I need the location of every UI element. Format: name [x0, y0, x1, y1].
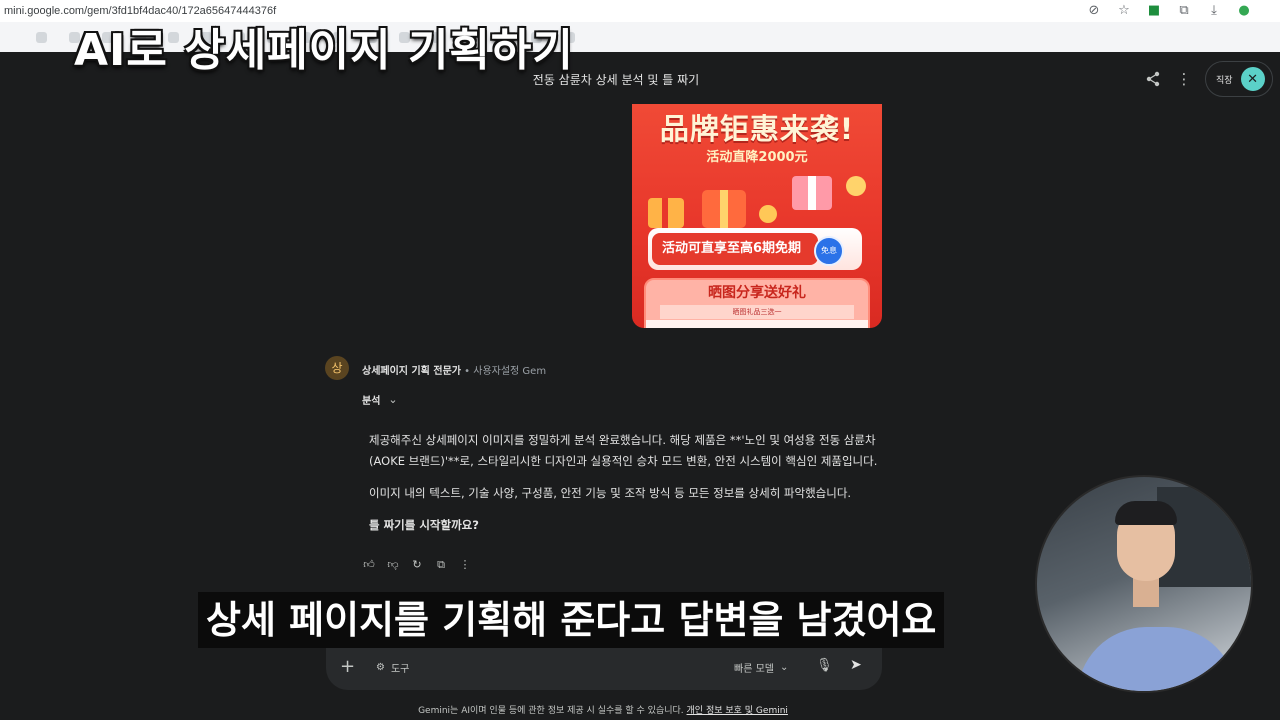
response-paragraph: 제공해주신 상세페이지 이미지를 정밀하게 분석 완료했습니다. 해당 제품은 … — [369, 433, 878, 468]
gem-separator: • — [464, 366, 471, 377]
promo-card-strip: 晒图礼品三选一 — [660, 305, 854, 319]
promo-offer-banner: 活动可直享至高6期免期 免息 — [648, 228, 862, 270]
gem-type: 사용자설정 Gem — [473, 366, 547, 377]
thinking-label: 분석 — [362, 396, 381, 407]
presenter-neck — [1133, 577, 1159, 607]
thumbs-down-icon[interactable]: 👎︎ — [386, 557, 400, 573]
profile-icon[interactable]: ● — [1236, 3, 1252, 19]
account-label: 직장 — [1216, 75, 1233, 86]
presenter-body — [1077, 627, 1237, 691]
video-subtitle: 상세 페이지를 기획해 준다고 답변을 남겼어요 — [198, 592, 945, 648]
tools-label: 도구 — [390, 664, 410, 675]
promo-share-card: 晒图分享送好礼 晒图礼品三选一 — [644, 278, 870, 328]
gem-avatar: 상 — [325, 356, 349, 380]
gem-name: 상세페이지 기획 전문가 — [362, 366, 461, 377]
footer-text: Gemini는 AI이며 인물 등에 관한 정보 제공 시 실수를 할 수 있습… — [418, 706, 684, 716]
gift-boxes-illustration — [648, 176, 866, 228]
promo-offer-text: 活动可直享至高6期免期 — [652, 233, 818, 265]
prompt-input-bar[interactable]: + ⚙ 도구 빠른 모델 ⌄ 🎙︎ ➤ — [326, 646, 882, 690]
thumbs-up-icon[interactable]: 👍︎ — [362, 557, 376, 573]
model-label: 빠른 모델 — [734, 664, 774, 675]
privacy-link[interactable]: 개인 정보 보호 및 Gemini — [687, 706, 788, 716]
thinking-toggle[interactable]: 분석 ⌄ — [362, 392, 398, 407]
response-question: 틀 짜기를 시작할까요? — [369, 518, 479, 532]
promo-headline: 品牌钜惠来袭! — [659, 112, 855, 146]
tools-button[interactable]: ⚙ 도구 — [376, 660, 409, 675]
eye-off-icon[interactable]: ⊘ — [1086, 3, 1102, 19]
webcam-overlay — [1035, 475, 1253, 693]
download-icon[interactable]: ⤓ — [1206, 3, 1222, 19]
presenter-hair — [1115, 501, 1177, 525]
star-icon[interactable]: ☆ — [1116, 3, 1132, 19]
extension-icon[interactable]: ■ — [1146, 3, 1162, 19]
browser-toolbar-icons: ⊘ ☆ ■ ⧉ ⤓ ● — [1086, 3, 1252, 19]
response-actions: 👍︎ 👎︎ ↻ ⧉ ⋮ — [362, 557, 472, 573]
bookmark-item[interactable] — [36, 31, 47, 43]
more-options-icon[interactable]: ⋮ — [1176, 70, 1192, 88]
response-body: 제공해주신 상세페이지 이미지를 정밀하게 분석 완료했습니다. 해당 제품은 … — [369, 430, 889, 547]
microphone-icon[interactable]: 🎙︎ — [816, 658, 833, 673]
uploaded-image[interactable]: 品牌钜惠来袭! 活动直降2000元 活动可直享至高6期免期 免息 晒图分享送好礼… — [632, 104, 882, 328]
puzzle-icon[interactable]: ⧉ — [1176, 3, 1192, 19]
conversation-title: 전동 삼륜차 상세 분석 및 틀 짜기 — [532, 73, 700, 87]
promo-card-body — [646, 320, 868, 328]
promo-subline: 活动直降2000元 — [706, 150, 808, 165]
footer-disclaimer: Gemini는 AI이며 인물 등에 관한 정보 제공 시 실수를 할 수 있습… — [0, 703, 1206, 716]
response-paragraph: 이미지 내의 텍스트, 기술 사양, 구성품, 안전 기능 및 조작 방식 등 … — [369, 486, 852, 500]
more-options-icon[interactable]: ⋮ — [458, 557, 472, 573]
promo-card-title: 晒图分享送好礼 — [708, 285, 806, 301]
tools-icon: ⚙ — [376, 662, 385, 673]
chevron-down-icon: ⌄ — [779, 662, 789, 673]
gem-attribution: 상세페이지 기획 전문가 • 사용자설정 Gem — [362, 362, 546, 377]
send-icon[interactable]: ➤ — [850, 657, 862, 673]
model-selector[interactable]: 빠른 모델 ⌄ — [734, 660, 788, 675]
avatar: ✕ — [1240, 67, 1265, 91]
chevron-down-icon: ⌄ — [388, 393, 398, 406]
account-switcher[interactable]: 직장 ✕ — [1205, 61, 1273, 97]
add-icon[interactable]: + — [340, 657, 355, 677]
video-overlay-title: AI로 상세페이지 기획하기 — [74, 25, 574, 76]
promo-badge: 免息 — [814, 236, 844, 266]
share-icon[interactable] — [1144, 70, 1162, 88]
regenerate-icon[interactable]: ↻ — [410, 557, 424, 573]
copy-icon[interactable]: ⧉ — [434, 557, 448, 573]
